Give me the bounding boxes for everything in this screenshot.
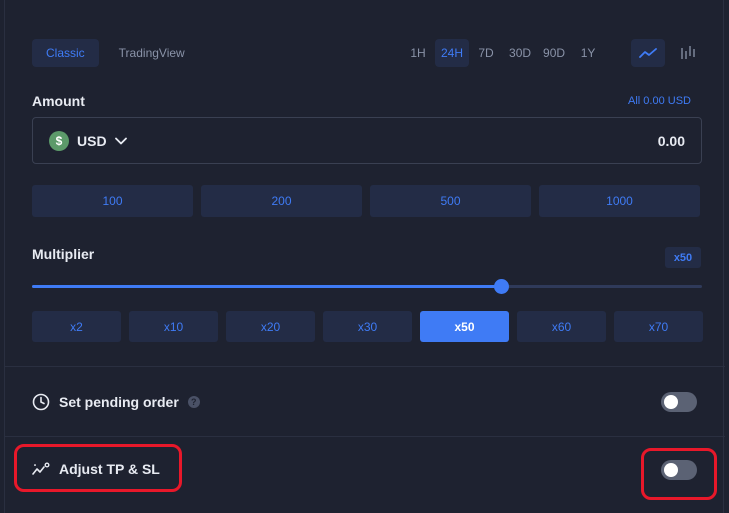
multiplier-x70-button[interactable]: x70 [614,311,703,342]
amount-value[interactable]: 0.00 [658,133,685,149]
tab-classic[interactable]: Classic [32,39,99,67]
period-30d[interactable]: 30D [503,39,537,67]
period-1h[interactable]: 1H [401,39,435,67]
multiplier-x10-button[interactable]: x10 [129,311,218,342]
dollar-coin-icon: $ [49,131,69,151]
multiplier-x30-button[interactable]: x30 [323,311,412,342]
multiplier-x50-button[interactable]: x50 [420,311,509,342]
chart-type-selector [631,39,705,67]
multiplier-x20-button[interactable]: x20 [226,311,315,342]
highlight-annotation [14,444,182,492]
toggle-knob [664,395,678,409]
pending-order-toggle[interactable] [661,392,697,412]
all-balance-link[interactable]: All 0.00 USD [628,95,691,107]
preset-1000-button[interactable]: 1000 [539,185,700,217]
multiplier-slider[interactable] [32,279,702,294]
period-7d[interactable]: 7D [469,39,503,67]
multiplier-x2-button[interactable]: x2 [32,311,121,342]
amount-label: Amount [32,93,85,109]
multiplier-x60-button[interactable]: x60 [517,311,606,342]
period-90d[interactable]: 90D [537,39,571,67]
currency-dropdown[interactable]: $ USD [49,131,127,151]
highlight-annotation [641,448,717,500]
chevron-down-icon [114,137,127,145]
section-divider [5,436,725,437]
amount-presets: 100 200 500 1000 [32,185,700,217]
multiplier-badge: x50 [665,247,701,268]
help-icon[interactable]: ? [187,396,200,408]
currency-label: USD [77,133,107,149]
section-divider [5,366,725,367]
slider-thumb[interactable] [494,279,509,294]
period-1y[interactable]: 1Y [571,39,605,67]
chart-mode-tabs: Classic TradingView [32,39,199,67]
tab-tradingview[interactable]: TradingView [105,39,199,67]
candlestick-chart-icon [681,46,695,59]
period-selector: 1H 24H 7D 30D 90D 1Y [401,39,605,67]
line-chart-icon [639,48,657,58]
clock-icon [32,393,50,411]
preset-200-button[interactable]: 200 [201,185,362,217]
multiplier-label: Multiplier [32,246,95,262]
amount-input[interactable]: $ USD 0.00 [32,117,702,164]
multiplier-options: x2 x10 x20 x30 x50 x60 x70 [32,311,703,342]
preset-100-button[interactable]: 100 [32,185,193,217]
preset-500-button[interactable]: 500 [370,185,531,217]
period-24h[interactable]: 24H [435,39,470,67]
candlestick-chart-button[interactable] [671,39,705,67]
pending-order-row: Set pending order ? [32,393,200,411]
slider-fill [32,285,501,288]
trade-panel: Classic TradingView 1H 24H 7D 30D 90D 1Y… [4,0,725,513]
pending-order-label: Set pending order [59,394,179,410]
line-chart-button[interactable] [631,39,665,67]
